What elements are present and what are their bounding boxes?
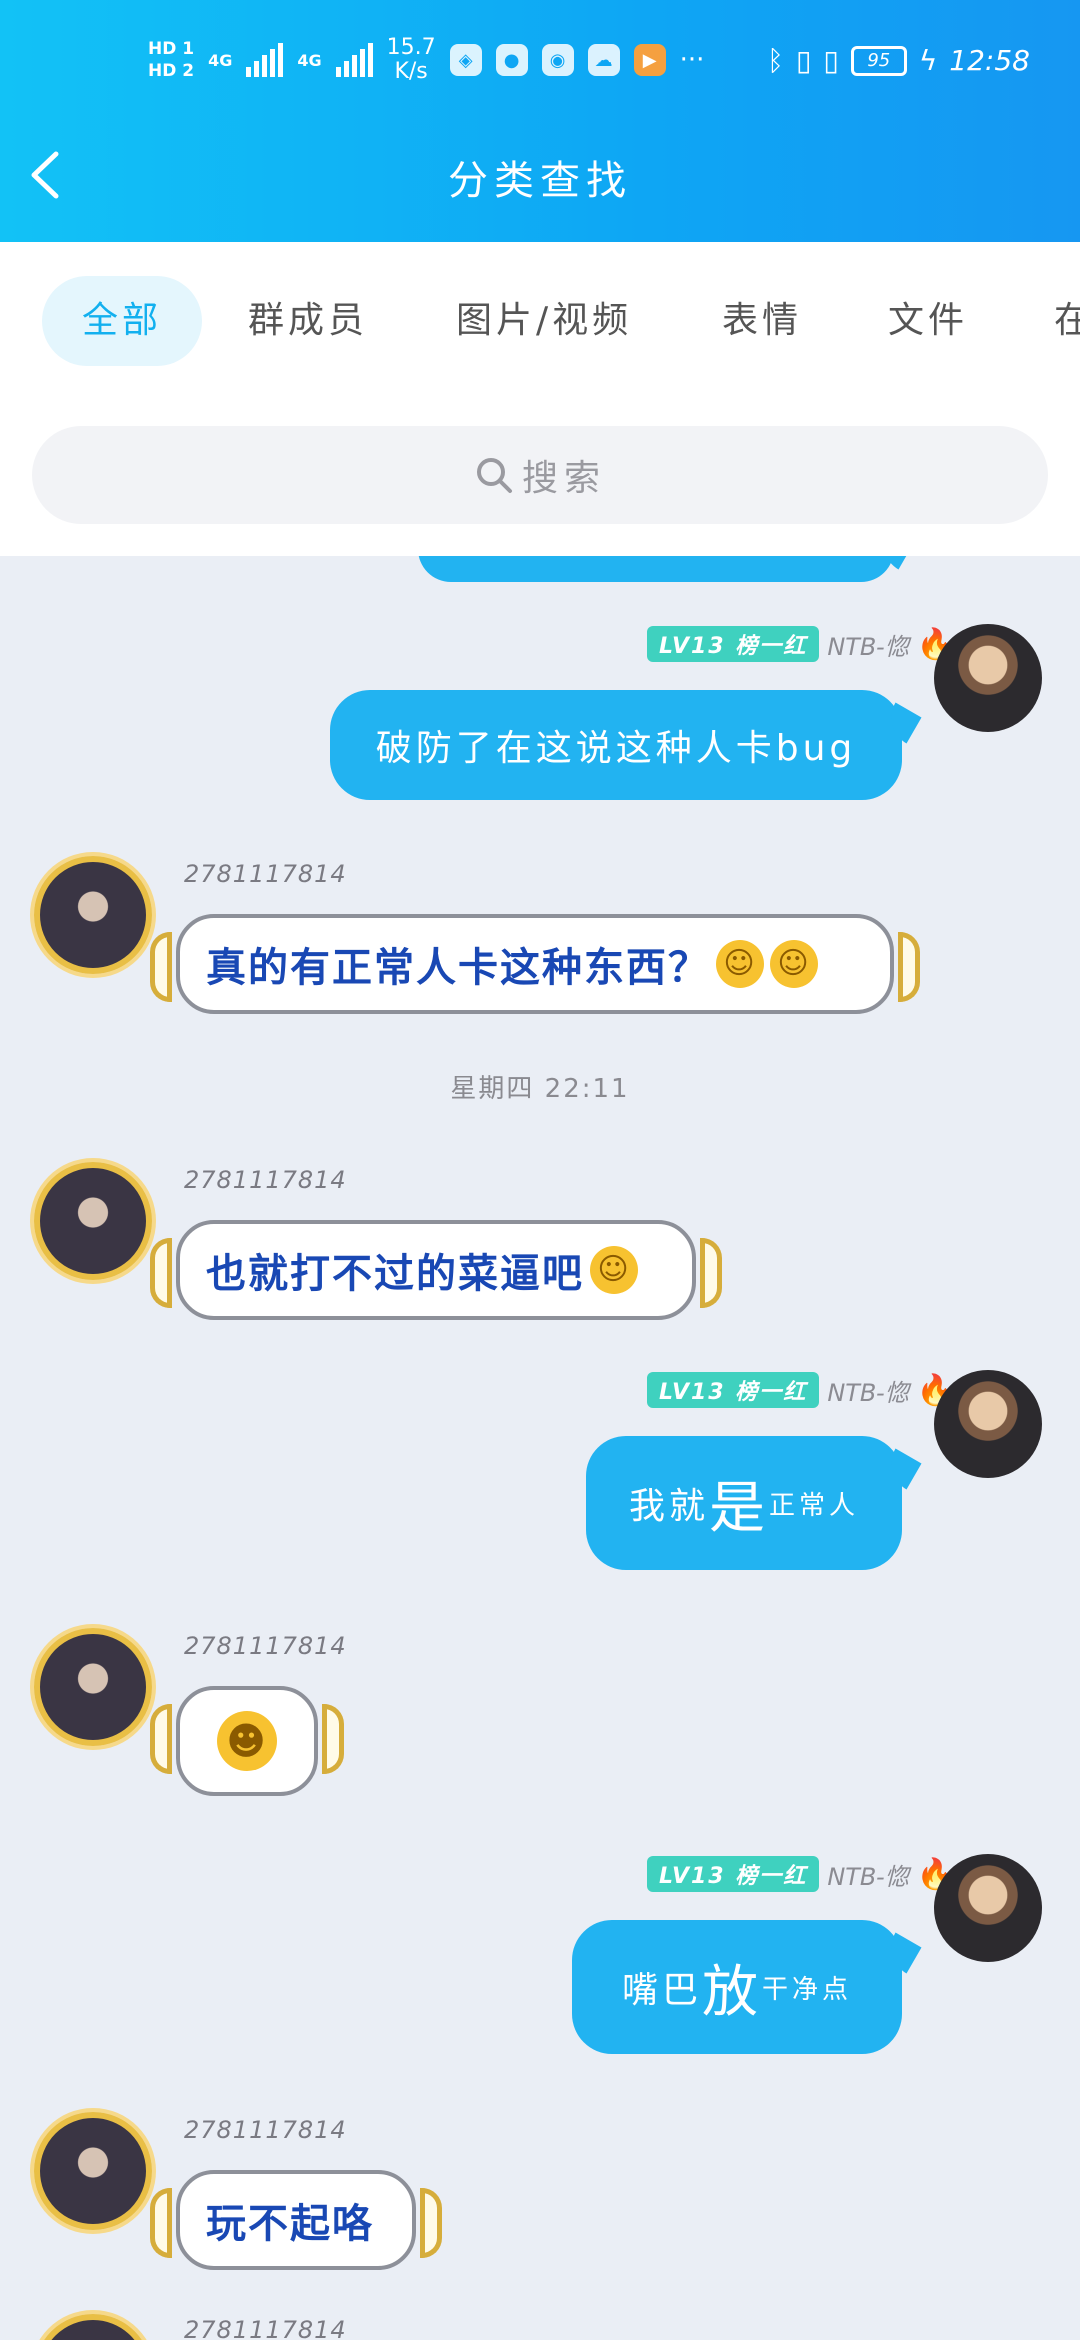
tab-all[interactable]: 全部 [42, 276, 203, 366]
grin-emoji-icon: ☻ [217, 1711, 277, 1771]
signal-1-icon [246, 43, 284, 77]
bubble-ear-left [150, 932, 172, 1002]
sender-line: LV13 榜一红 NTB-惚 🔥 [646, 626, 954, 662]
bubble-ear-left [150, 2188, 172, 2258]
clock: 12:58 [949, 44, 1030, 77]
message-bubble[interactable]: ☻ [150, 1686, 344, 1796]
level-badge: LV13 榜一红 [646, 1856, 820, 1892]
speed-value: 15.7 [386, 35, 436, 60]
message-bubble[interactable]: 破防了在这说这种人卡bug [330, 690, 902, 800]
sender-line: LV13 榜一红 NTB-惚 🔥 [646, 1856, 954, 1892]
badge-title: 榜一红 [735, 634, 808, 659]
net-type-2: 4G [297, 50, 322, 70]
hd1-label: HD 1 [148, 39, 195, 59]
yawn-emoji-icon: ☺ [770, 940, 818, 988]
more-notifications: ··· [679, 45, 705, 75]
level-label: LV13 [658, 1380, 726, 1405]
message-bubble[interactable]: 真的有正常人卡这种东西？ ☺ ☺ [150, 914, 920, 1014]
avatar[interactable] [934, 1370, 1042, 1478]
yawn-emoji-icon: ☺ [716, 940, 764, 988]
level-badge: LV13 榜一红 [646, 1372, 820, 1408]
signal-2-icon [335, 43, 373, 77]
chat-notify-icon: ● [495, 44, 528, 76]
battery-saver-icon: ▯ [795, 44, 812, 77]
status-bar: HD 1 HD 2 4G 4G 15.7 K/s ◈ ● ◉ ☁ ▶ ··· ᛒ… [0, 30, 1080, 100]
bluetooth-icon: ᛒ [767, 44, 784, 77]
message-text: 玩不起咯 [206, 2201, 374, 2247]
bubble-ear-right [898, 932, 920, 1002]
bubble-ear-right [700, 1238, 722, 1308]
app-header: HD 1 HD 2 4G 4G 15.7 K/s ◈ ● ◉ ☁ ▶ ··· ᛒ… [0, 0, 1080, 242]
hd-indicator: HD 1 HD 2 [148, 38, 194, 82]
hd2-label: HD 2 [148, 61, 195, 81]
sender-id: 2781117814 [184, 2316, 347, 2340]
tab-media[interactable]: 图片/视频 [456, 276, 632, 366]
badge-title: 榜一红 [735, 1380, 808, 1405]
level-label: LV13 [658, 1864, 726, 1889]
tab-more[interactable]: 在 [1054, 276, 1080, 366]
status-right: ᛒ ▯ ▯ 95 ϟ 12:58 [767, 44, 1030, 77]
avatar[interactable] [934, 1854, 1042, 1962]
sender-id: 2781117814 [184, 1632, 347, 1660]
app-notify-icon: ◈ [449, 44, 482, 76]
message-bubble[interactable]: 嘴巴 放 干净点 [572, 1920, 902, 2054]
sender-id: 2781117814 [184, 2116, 347, 2144]
filter-panel: 全部 群成员 图片/视频 表情 文件 在 搜索 [0, 242, 1080, 556]
message-bubble-partial[interactable] [418, 556, 894, 582]
message-text-emphasis: 是 [709, 1475, 769, 1541]
avatar[interactable] [34, 2112, 152, 2230]
net-type-1: 4G [208, 50, 233, 70]
category-tabs: 全部 群成员 图片/视频 表情 文件 在 [0, 276, 1080, 366]
bubble-ear-left [150, 1238, 172, 1308]
avatar[interactable] [34, 856, 152, 974]
message-text-part: 嘴巴 [621, 1970, 702, 2011]
avatar[interactable] [34, 1628, 152, 1746]
message-bubble[interactable]: 玩不起咯 [150, 2170, 442, 2270]
speed-unit: K/s [394, 59, 428, 84]
message-bubble[interactable]: 我就 是 正常人 [586, 1436, 902, 1570]
video-notify-icon: ▶ [633, 44, 666, 76]
tab-members[interactable]: 群成员 [248, 276, 368, 366]
cloud-notify-icon: ☁ [587, 44, 620, 76]
sender-name: NTB-惚 [827, 1378, 909, 1407]
yawn-emoji-icon: ☺ [590, 1246, 638, 1294]
message-text: 真的有正常人卡这种东西？ [206, 945, 710, 991]
sender-name: NTB-惚 [827, 632, 909, 661]
sender-id: 2781117814 [184, 1166, 347, 1194]
avatar[interactable] [934, 624, 1042, 732]
message-text: 也就打不过的菜逼吧 [206, 1251, 584, 1297]
avatar[interactable] [34, 1162, 152, 1280]
badge-title: 榜一红 [735, 1864, 808, 1889]
sender-line: LV13 榜一红 NTB-惚 🔥 [646, 1372, 954, 1408]
bubble-ear-right [420, 2188, 442, 2258]
level-badge: LV13 榜一红 [646, 626, 820, 662]
vibrate-icon: ▯ [823, 44, 839, 77]
message-text-emphasis: 放 [702, 1959, 762, 2025]
network-speed: 15.7 K/s [387, 36, 436, 84]
status-left: HD 1 HD 2 4G 4G 15.7 K/s ◈ ● ◉ ☁ ▶ ··· [148, 36, 704, 84]
message-text-part: 正常人 [769, 1490, 860, 1521]
bubble-ear-right [322, 1704, 344, 1774]
browser-notify-icon: ◉ [541, 44, 574, 76]
message-text-part: 我就 [628, 1486, 709, 1527]
tab-stickers[interactable]: 表情 [722, 276, 802, 366]
search-input[interactable]: 搜索 [32, 426, 1048, 524]
level-label: LV13 [658, 634, 726, 659]
bubble-ear-left [150, 1704, 172, 1774]
chat-list[interactable]: LV13 榜一红 NTB-惚 🔥 破防了在这说这种人卡bug 278111781… [0, 556, 1080, 2340]
sender-name: NTB-惚 [827, 1862, 909, 1891]
avatar[interactable] [34, 2314, 152, 2340]
sender-id: 2781117814 [184, 860, 347, 888]
search-placeholder: 搜索 [521, 458, 606, 499]
battery-icon: 95 [850, 45, 907, 76]
tab-files[interactable]: 文件 [888, 276, 968, 366]
charging-icon: ϟ [918, 44, 938, 77]
timestamp: 星期四 22:11 [450, 1074, 630, 1104]
page-title: 分类查找 [448, 158, 632, 204]
message-bubble[interactable]: 也就打不过的菜逼吧 ☺ [150, 1220, 722, 1320]
message-text-part: 干净点 [762, 1974, 853, 2005]
search-icon [476, 458, 512, 493]
